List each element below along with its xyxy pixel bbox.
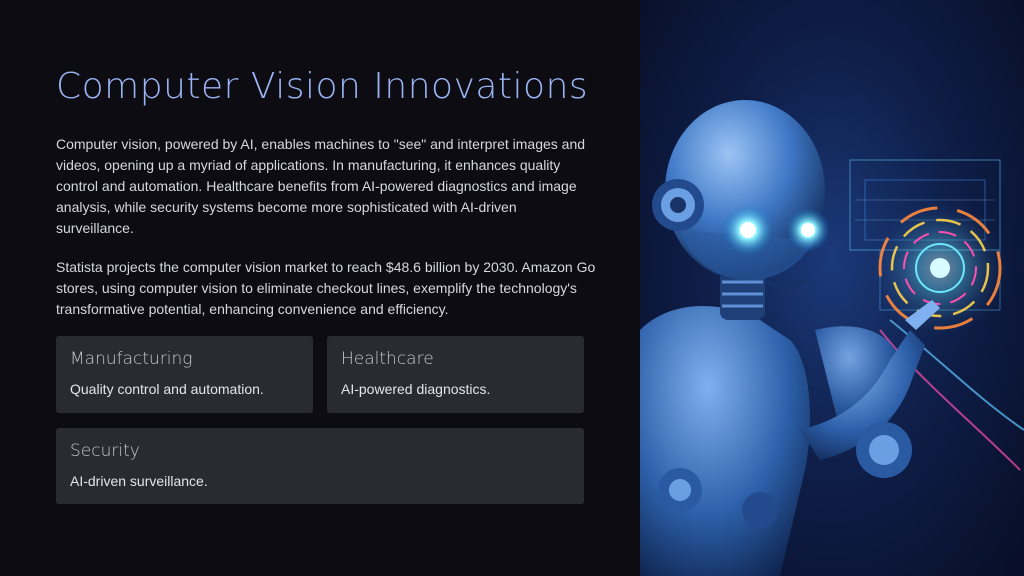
- card-security: Security AI-driven surveillance.: [56, 428, 584, 504]
- card-title: Healthcare: [341, 349, 434, 369]
- card-description: AI-powered diagnostics.: [341, 381, 491, 397]
- card-title: Security: [70, 441, 140, 461]
- robot-illustration-svg: [640, 100, 1024, 576]
- text-panel: Computer Vision Innovations Computer vis…: [0, 0, 640, 576]
- card-healthcare: Healthcare AI-powered diagnostics.: [327, 336, 584, 413]
- robot-head: [652, 100, 830, 288]
- intro-paragraph: Computer vision, powered by AI, enables …: [56, 136, 586, 236]
- card-manufacturing: Manufacturing Quality control and automa…: [56, 336, 313, 413]
- card-title: Manufacturing: [70, 349, 193, 369]
- card-description: AI-driven surveillance.: [70, 473, 208, 489]
- card-description: Quality control and automation.: [70, 381, 264, 397]
- market-paragraph: Statista projects the computer vision ma…: [56, 259, 596, 317]
- slide-title: Computer Vision Innovations: [56, 66, 589, 107]
- slide: Computer Vision Innovations Computer vis…: [0, 0, 1024, 576]
- robot-illustration: [640, 0, 1024, 576]
